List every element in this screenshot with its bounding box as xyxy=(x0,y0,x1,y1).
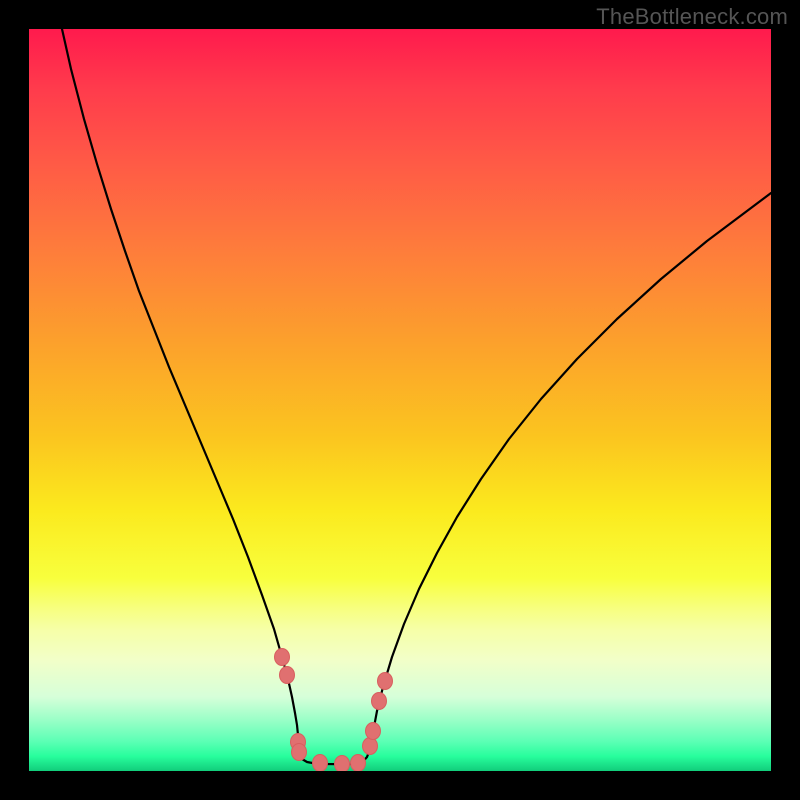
watermark-text: TheBottleneck.com xyxy=(596,4,788,30)
bottleneck-curve xyxy=(62,29,771,764)
chart-frame: TheBottleneck.com xyxy=(0,0,800,800)
curve-layer xyxy=(29,29,771,771)
curve-markers xyxy=(275,649,393,772)
plot-area xyxy=(29,29,771,771)
